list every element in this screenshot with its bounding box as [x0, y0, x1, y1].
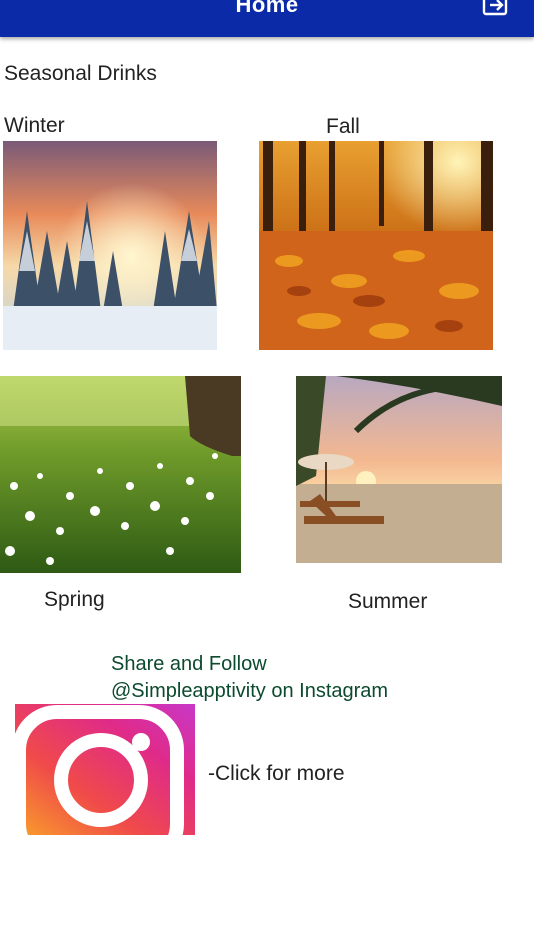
share-text: Share and Follow @Simpleapptivity on Ins…: [111, 651, 388, 705]
instagram-icon[interactable]: [15, 704, 195, 835]
click-for-more-link[interactable]: -Click for more: [208, 762, 345, 786]
winter-image[interactable]: [3, 141, 217, 350]
app-header: Home: [0, 0, 534, 37]
share-line-2: @Simpleapptivity on Instagram: [111, 680, 389, 702]
summer-image[interactable]: [296, 376, 502, 563]
spring-label: Spring: [44, 588, 105, 611]
fall-label: Fall: [326, 115, 360, 138]
spring-image[interactable]: [0, 376, 241, 573]
exit-icon[interactable]: [482, 0, 510, 16]
share-line-1: Share and Follow: [111, 653, 267, 675]
section-title: Seasonal Drinks: [4, 62, 157, 85]
fall-image[interactable]: [259, 141, 493, 350]
page-title: Home: [235, 0, 299, 17]
summer-label: Summer: [348, 590, 428, 613]
winter-label: Winter: [4, 114, 65, 137]
